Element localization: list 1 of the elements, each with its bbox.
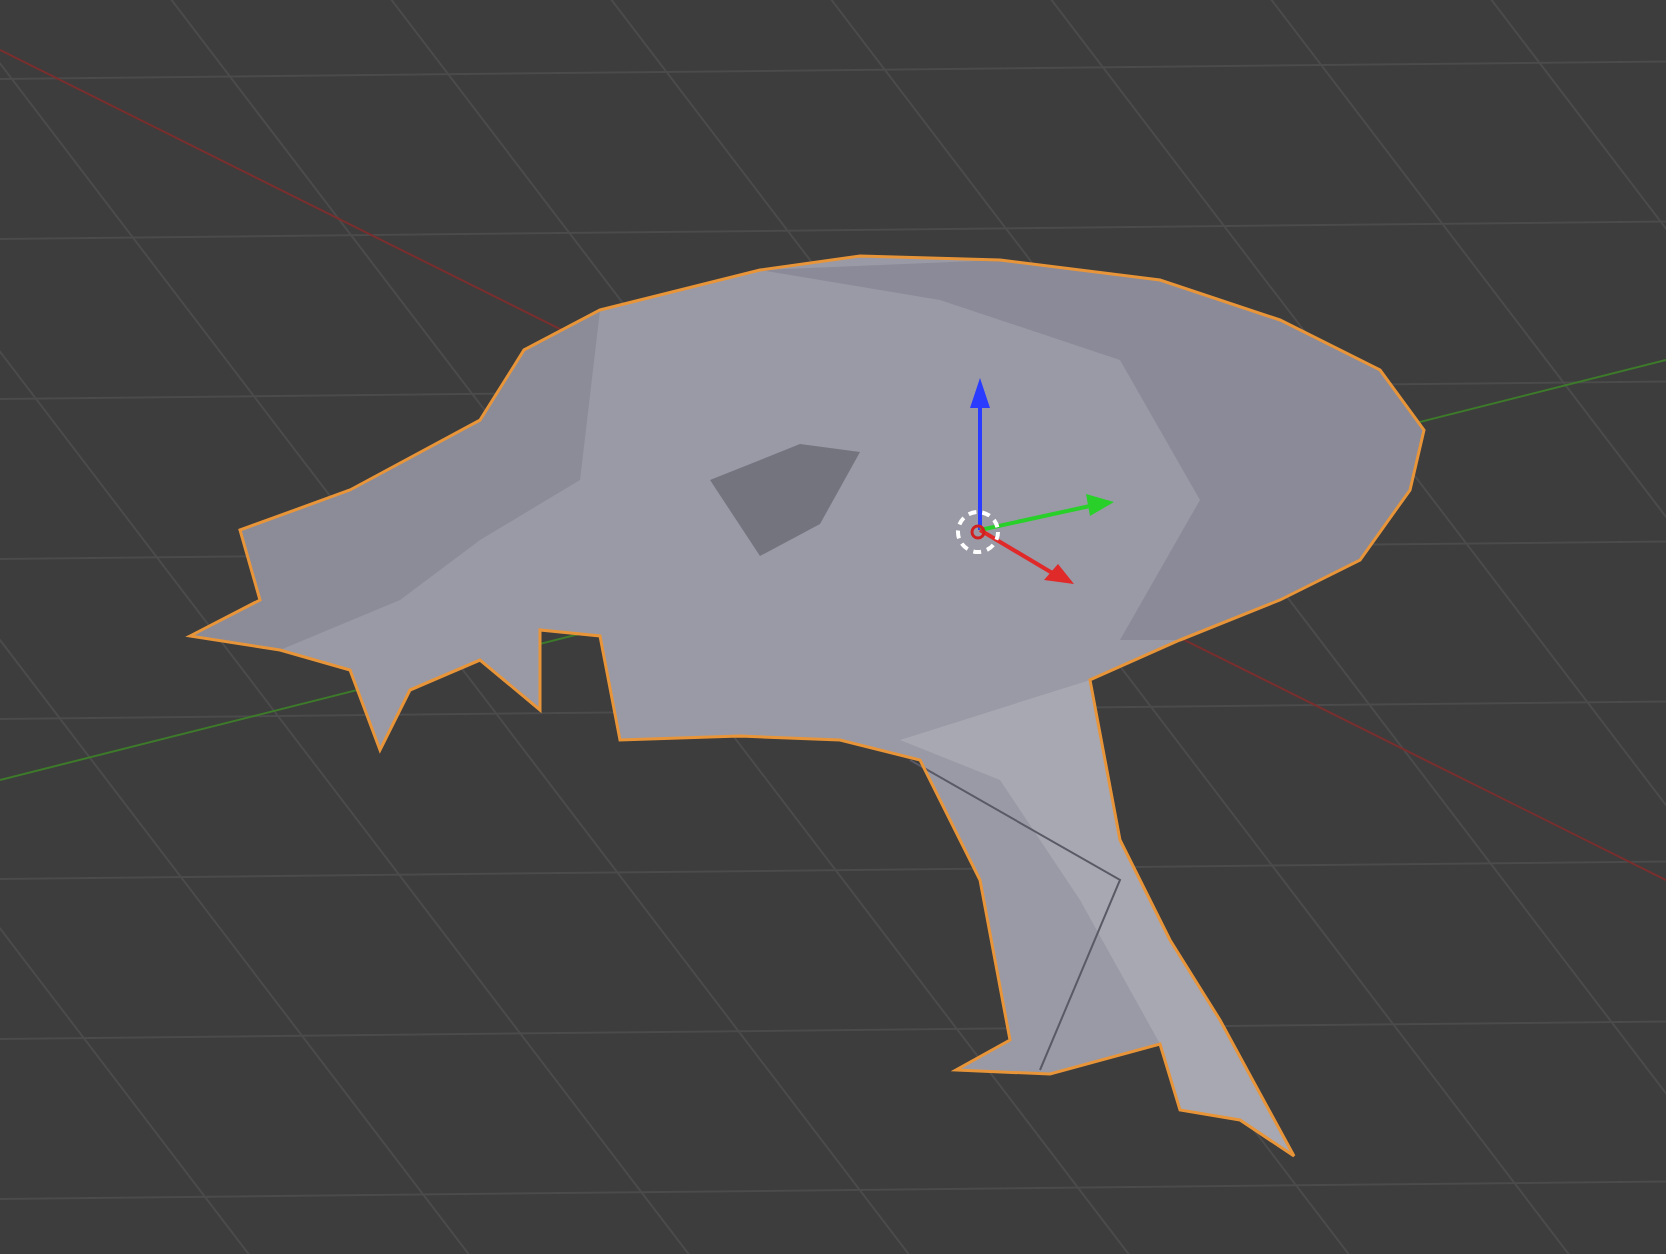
transform-gizmo-icon[interactable] <box>956 378 1114 584</box>
